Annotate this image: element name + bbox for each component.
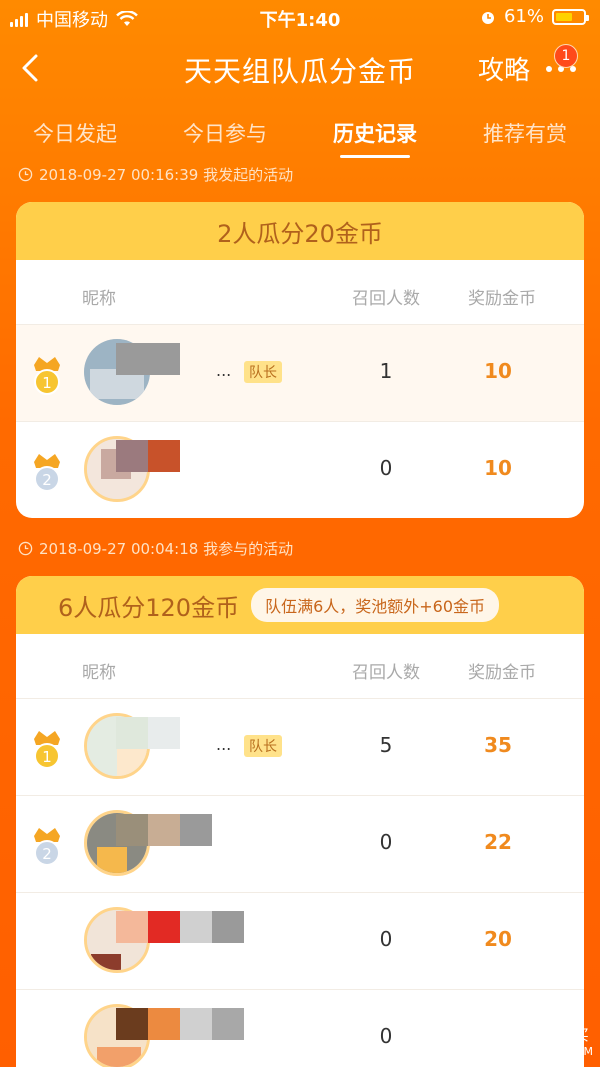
team-card: 6人瓜分120金币 队伍满6人，奖池额外+60金币 昵称 召回人数 奖励金币 1… xyxy=(16,576,584,1067)
clock-icon xyxy=(18,541,33,556)
recall-count: 0 xyxy=(379,456,393,480)
tab-today-started[interactable]: 今日发起 xyxy=(0,108,150,158)
nickname-redacted xyxy=(116,814,148,846)
battery-cap xyxy=(586,14,589,21)
nickname-redacted xyxy=(212,911,244,943)
nickname-redacted xyxy=(116,343,180,375)
table-row: 1 ... 队长 5 35 xyxy=(16,698,584,795)
gold-medal-icon: 1 xyxy=(34,357,60,395)
gold-medal-icon: 1 xyxy=(34,731,60,769)
activity-meta: 2018-09-27 00:04:18 我参与的活动 xyxy=(18,538,293,559)
recall-count: 0 xyxy=(379,1024,393,1048)
watermark-title: 什么值得买 xyxy=(513,1026,589,1044)
column-recall-count: 召回人数 xyxy=(352,289,420,309)
reward-coins: 20 xyxy=(484,927,512,951)
nickname-redacted xyxy=(116,440,148,472)
tab-label: 历史记录 xyxy=(333,122,417,146)
table-row: 2 0 22 xyxy=(16,795,584,892)
column-recall-count: 召回人数 xyxy=(352,663,420,683)
column-headers: 昵称 召回人数 奖励金币 xyxy=(16,634,584,698)
activity-meta-text: 2018-09-27 00:04:18 我参与的活动 xyxy=(39,540,294,558)
notification-badge: 1 xyxy=(554,44,578,68)
column-nickname: 昵称 xyxy=(82,663,116,683)
tab-label: 今日参与 xyxy=(183,122,267,146)
card-title: 6人瓜分120金币 xyxy=(58,593,240,622)
nickname-redacted xyxy=(148,814,180,846)
reward-coins: 22 xyxy=(484,830,512,854)
card-header: 2人瓜分20金币 xyxy=(16,202,584,260)
nickname-ellipsis: ... xyxy=(216,361,232,380)
guide-link[interactable]: 攻略 xyxy=(478,50,530,87)
rank-number: 1 xyxy=(42,374,52,392)
recall-count: 0 xyxy=(379,830,393,854)
nickname-redacted xyxy=(180,814,212,846)
watermark-text: 什么值得买 SMZDM.COM xyxy=(514,1024,594,1058)
reward-coins: 10 xyxy=(484,359,512,383)
table-row: 1 ... 队长 1 10 xyxy=(16,324,584,421)
battery-percent: 61% xyxy=(503,6,544,27)
nickname-redacted xyxy=(180,911,212,943)
nickname-redacted xyxy=(116,717,148,749)
card-title: 2人瓜分20金币 xyxy=(217,219,383,248)
smzdm-logo-icon xyxy=(472,1024,507,1058)
column-reward-coins: 奖励金币 xyxy=(468,663,536,683)
more-button[interactable]: 1 xyxy=(544,44,580,84)
nickname-redacted xyxy=(116,911,148,943)
nav-bar: 天天组队瓜分金币 攻略 1 xyxy=(0,38,600,98)
nickname-ellipsis: ... xyxy=(216,735,232,754)
watermark: 什么值得买 SMZDM.COM xyxy=(472,1023,594,1059)
bonus-pill: 队伍满6人，奖池额外+60金币 xyxy=(251,588,500,622)
recall-count: 5 xyxy=(379,733,393,757)
tab-history[interactable]: 历史记录 xyxy=(300,108,450,158)
watermark-subtitle: SMZDM.COM xyxy=(513,1045,594,1058)
nickname-redacted xyxy=(148,911,180,943)
rank-number: 2 xyxy=(42,845,52,863)
nickname-redacted xyxy=(212,1008,244,1040)
activity-meta-text: 2018-09-27 00:16:39 我发起的活动 xyxy=(39,166,294,184)
card-header: 6人瓜分120金币 队伍满6人，奖池额外+60金币 xyxy=(16,576,584,634)
tab-bar: 今日发起 今日参与 历史记录 推荐有赏 xyxy=(0,108,600,158)
battery-icon xyxy=(552,8,589,25)
column-headers: 昵称 召回人数 奖励金币 xyxy=(16,260,584,324)
nickname-redacted xyxy=(148,440,180,472)
nickname-redacted xyxy=(180,1008,212,1040)
reward-coins: 10 xyxy=(484,456,512,480)
reward-coins: 35 xyxy=(484,733,512,757)
column-reward-coins: 奖励金币 xyxy=(468,289,536,309)
tab-label: 今日发起 xyxy=(33,122,117,146)
battery-fill xyxy=(556,12,572,21)
column-nickname: 昵称 xyxy=(82,289,116,309)
nickname-redacted xyxy=(148,717,180,749)
table-row: 0 20 xyxy=(16,892,584,989)
rank-number: 1 xyxy=(42,748,52,766)
table-row: 2 0 10 xyxy=(16,421,584,518)
clock-icon xyxy=(18,167,33,182)
recall-count: 1 xyxy=(379,359,393,383)
status-right: 61% xyxy=(480,6,589,27)
tab-today-joined[interactable]: 今日参与 xyxy=(150,108,300,158)
alarm-icon xyxy=(481,11,494,24)
leader-badge: 队长 xyxy=(244,735,282,757)
tab-label: 推荐有赏 xyxy=(483,122,567,146)
team-card: 2人瓜分20金币 昵称 召回人数 奖励金币 1 ... 队长 1 10 2 0 … xyxy=(16,202,584,518)
recall-count: 0 xyxy=(379,927,393,951)
tab-indicator xyxy=(340,155,410,158)
activity-meta: 2018-09-27 00:16:39 我发起的活动 xyxy=(18,164,293,185)
tab-recommend-reward[interactable]: 推荐有赏 xyxy=(450,108,600,158)
nickname-redacted xyxy=(116,1008,148,1040)
silver-medal-icon: 2 xyxy=(34,828,60,866)
nickname-redacted xyxy=(148,1008,180,1040)
leader-badge: 队长 xyxy=(244,361,282,383)
rank-number: 2 xyxy=(42,471,52,489)
status-bar: 中国移动 下午1:40 61% xyxy=(0,0,600,36)
silver-medal-icon: 2 xyxy=(34,454,60,492)
